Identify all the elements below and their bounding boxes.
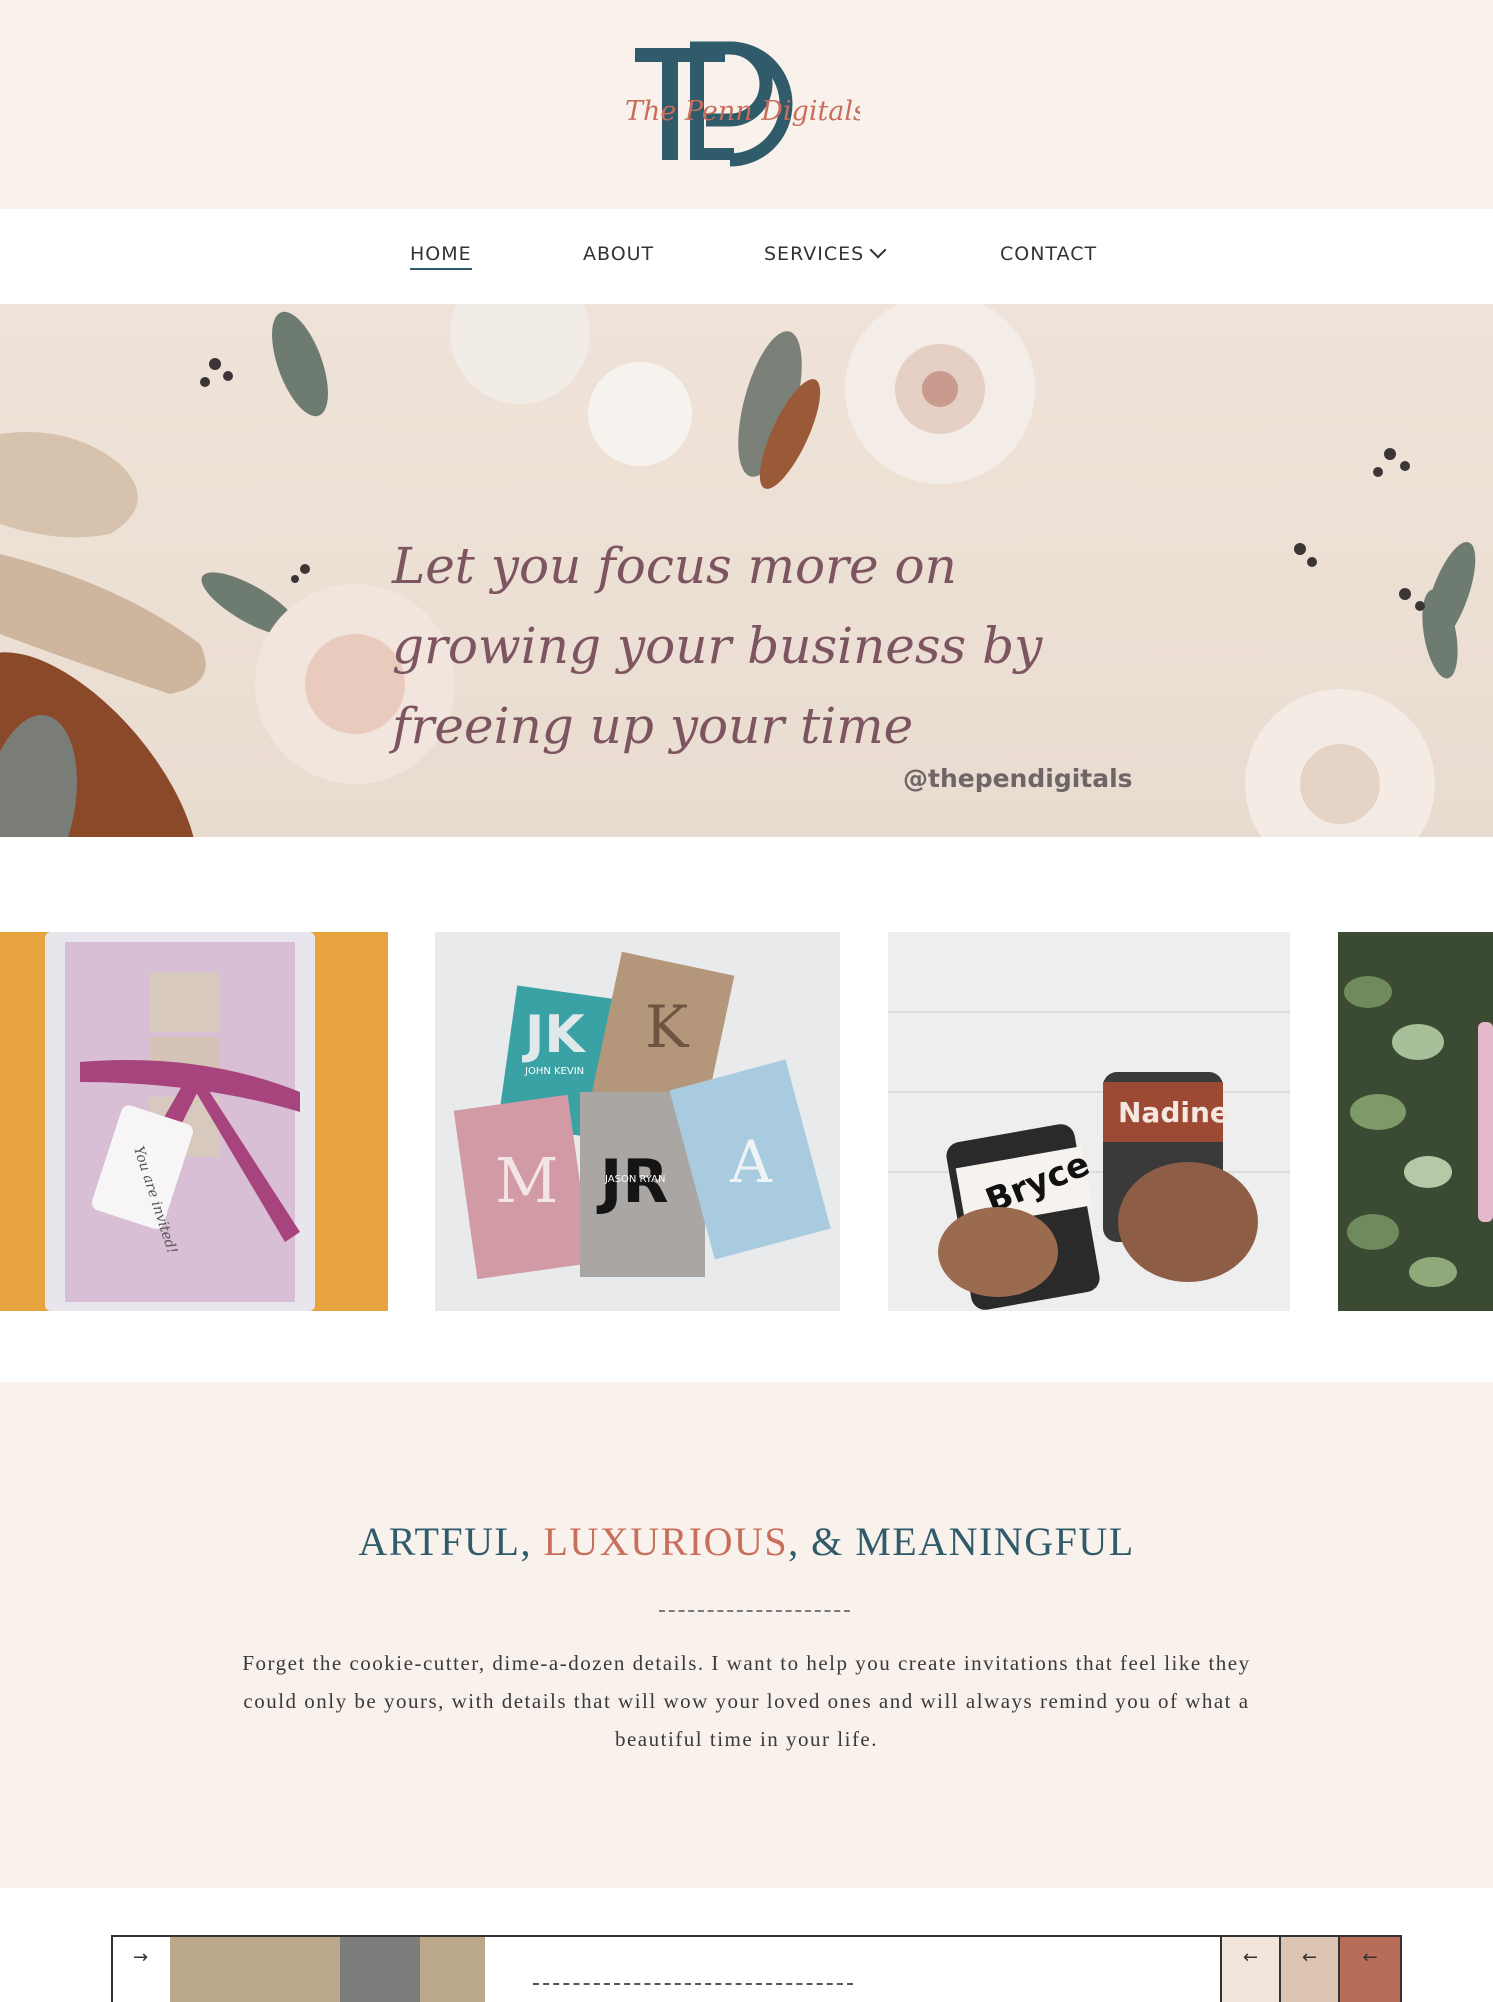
gallery-image-notebooks[interactable]: JK JOHN KEVIN K M JR JASON RYAN A: [435, 932, 840, 1311]
svg-text:Nadine: Nadine: [1118, 1096, 1229, 1129]
intro-section: ARTFUL, LUXURIOUS, & MEANINGFUL Forget t…: [0, 1382, 1493, 1888]
svg-text:M: M: [495, 1144, 558, 1217]
tumblers-image-art: Bryce Nadine: [888, 932, 1290, 1311]
intro-heading-part2: , & MEANINGFUL: [788, 1519, 1135, 1564]
nav-services-label: SERVICES: [764, 243, 865, 265]
arrow-left-icon: ←: [1301, 1947, 1318, 1968]
arrow-left-icon: ←: [1362, 1947, 1378, 1968]
invitation-image-art: You are invited!: [0, 932, 388, 1311]
svg-text:A: A: [729, 1128, 773, 1196]
hero-banner: Let you focus more on growing your busin…: [0, 304, 1493, 837]
intro-body: Forget the cookie-cutter, dime-a-dozen d…: [242, 1651, 1251, 1751]
nav-home[interactable]: HOME: [410, 243, 472, 270]
nav-services[interactable]: SERVICES: [764, 241, 887, 265]
chevron-down-icon: [869, 241, 887, 259]
slider-dashed-divider: [533, 1983, 853, 1985]
gallery-image-greenery[interactable]: [1338, 932, 1493, 1311]
hero-tagline: Let you focus more on growing your busin…: [392, 537, 1043, 755]
arrow-right-icon: →: [132, 1947, 149, 1968]
logo-header: The Penn Digitals: [0, 0, 1493, 209]
notebooks-image-art: JK JOHN KEVIN K M JR JASON RYAN A: [435, 932, 840, 1311]
dashed-divider: [659, 1610, 850, 1612]
arrow-left-icon: ←: [1242, 1947, 1259, 1968]
featured-slider: → ← ← ←: [111, 1935, 1402, 2002]
intro-heading-part1: ARTFUL,: [358, 1519, 532, 1564]
slider-prev-button-3[interactable]: ←: [1338, 1937, 1400, 2002]
nav-contact[interactable]: CONTACT: [1000, 243, 1097, 265]
svg-text:JK: JK: [522, 1005, 586, 1065]
intro-heading: ARTFUL, LUXURIOUS, & MEANINGFUL: [0, 1518, 1493, 1565]
svg-text:JASON RYAN: JASON RYAN: [604, 1174, 665, 1185]
gallery-image-tumblers[interactable]: Bryce Nadine: [888, 932, 1290, 1311]
slider-image-detail: [340, 1937, 420, 2002]
intro-heading-accent: LUXURIOUS: [543, 1519, 789, 1564]
hero-handle: @thependigitals: [903, 764, 1133, 793]
slider-prev-button[interactable]: ←: [1220, 1937, 1279, 2002]
brand-logo[interactable]: The Penn Digitals: [620, 40, 860, 170]
slider-next-button[interactable]: →: [113, 1937, 170, 2002]
svg-text:JOHN KEVIN: JOHN KEVIN: [524, 1066, 584, 1077]
slider-prev-button-2[interactable]: ←: [1279, 1937, 1338, 2002]
slider-image: [170, 1937, 485, 2002]
main-nav: HOME ABOUT SERVICES CONTACT: [0, 209, 1493, 304]
nav-about[interactable]: ABOUT: [583, 243, 654, 265]
svg-text:The Penn Digitals: The Penn Digitals: [625, 96, 860, 127]
gallery-image-invitation[interactable]: You are invited!: [0, 932, 388, 1311]
greenery-image-art: [1338, 932, 1493, 1311]
svg-text:K: K: [645, 993, 690, 1061]
